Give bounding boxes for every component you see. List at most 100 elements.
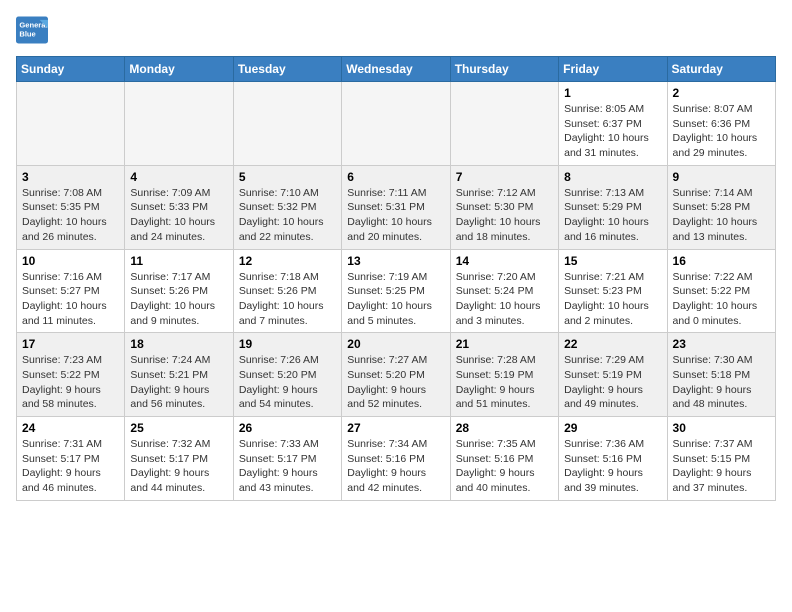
header-friday: Friday bbox=[559, 57, 667, 82]
calendar-cell: 14 Sunrise: 7:20 AMSunset: 5:24 PMDayligh… bbox=[450, 249, 558, 333]
day-number: 13 bbox=[347, 254, 444, 268]
day-number: 25 bbox=[130, 421, 227, 435]
day-info: Sunrise: 7:16 AMSunset: 5:27 PMDaylight:… bbox=[22, 270, 119, 329]
day-info: Sunrise: 7:34 AMSunset: 5:16 PMDaylight:… bbox=[347, 437, 444, 496]
day-info: Sunrise: 7:13 AMSunset: 5:29 PMDaylight:… bbox=[564, 186, 661, 245]
calendar-cell: 2 Sunrise: 8:07 AMSunset: 6:36 PMDaylight… bbox=[667, 82, 775, 166]
day-info: Sunrise: 7:20 AMSunset: 5:24 PMDaylight:… bbox=[456, 270, 553, 329]
day-number: 8 bbox=[564, 170, 661, 184]
day-number: 28 bbox=[456, 421, 553, 435]
day-number: 19 bbox=[239, 337, 336, 351]
day-info: Sunrise: 7:19 AMSunset: 5:25 PMDaylight:… bbox=[347, 270, 444, 329]
day-info: Sunrise: 7:28 AMSunset: 5:19 PMDaylight:… bbox=[456, 353, 553, 412]
day-info: Sunrise: 7:12 AMSunset: 5:30 PMDaylight:… bbox=[456, 186, 553, 245]
day-info: Sunrise: 7:18 AMSunset: 5:26 PMDaylight:… bbox=[239, 270, 336, 329]
day-number: 16 bbox=[673, 254, 770, 268]
day-number: 18 bbox=[130, 337, 227, 351]
day-number: 5 bbox=[239, 170, 336, 184]
day-number: 10 bbox=[22, 254, 119, 268]
calendar-cell: 8 Sunrise: 7:13 AMSunset: 5:29 PMDaylight… bbox=[559, 165, 667, 249]
day-info: Sunrise: 7:08 AMSunset: 5:35 PMDaylight:… bbox=[22, 186, 119, 245]
calendar-week-3: 10 Sunrise: 7:16 AMSunset: 5:27 PMDayligh… bbox=[17, 249, 776, 333]
day-number: 21 bbox=[456, 337, 553, 351]
svg-text:Blue: Blue bbox=[19, 30, 35, 39]
day-info: Sunrise: 7:30 AMSunset: 5:18 PMDaylight:… bbox=[673, 353, 770, 412]
calendar-cell bbox=[233, 82, 341, 166]
calendar-cell: 26 Sunrise: 7:33 AMSunset: 5:17 PMDayligh… bbox=[233, 417, 341, 501]
header-monday: Monday bbox=[125, 57, 233, 82]
day-info: Sunrise: 7:26 AMSunset: 5:20 PMDaylight:… bbox=[239, 353, 336, 412]
day-info: Sunrise: 7:11 AMSunset: 5:31 PMDaylight:… bbox=[347, 186, 444, 245]
calendar-cell: 19 Sunrise: 7:26 AMSunset: 5:20 PMDayligh… bbox=[233, 333, 341, 417]
calendar-cell: 18 Sunrise: 7:24 AMSunset: 5:21 PMDayligh… bbox=[125, 333, 233, 417]
calendar-cell bbox=[17, 82, 125, 166]
day-number: 12 bbox=[239, 254, 336, 268]
calendar-cell bbox=[342, 82, 450, 166]
calendar-week-5: 24 Sunrise: 7:31 AMSunset: 5:17 PMDayligh… bbox=[17, 417, 776, 501]
day-info: Sunrise: 7:09 AMSunset: 5:33 PMDaylight:… bbox=[130, 186, 227, 245]
logo: General Blue bbox=[16, 16, 48, 44]
calendar-cell: 22Sunrise: 7:29 AMSunset: 5:19 PMDayligh… bbox=[559, 333, 667, 417]
day-info: Sunrise: 7:10 AMSunset: 5:32 PMDaylight:… bbox=[239, 186, 336, 245]
calendar-cell: 12 Sunrise: 7:18 AMSunset: 5:26 PMDayligh… bbox=[233, 249, 341, 333]
day-number: 26 bbox=[239, 421, 336, 435]
day-info: Sunrise: 7:14 AMSunset: 5:28 PMDaylight:… bbox=[673, 186, 770, 245]
calendar-cell: 6 Sunrise: 7:11 AMSunset: 5:31 PMDaylight… bbox=[342, 165, 450, 249]
day-number: 2 bbox=[673, 86, 770, 100]
header-saturday: Saturday bbox=[667, 57, 775, 82]
day-info: Sunrise: 7:22 AMSunset: 5:22 PMDaylight:… bbox=[673, 270, 770, 329]
calendar-cell: 5 Sunrise: 7:10 AMSunset: 5:32 PMDaylight… bbox=[233, 165, 341, 249]
calendar-cell: 1 Sunrise: 8:05 AMSunset: 6:37 PMDaylight… bbox=[559, 82, 667, 166]
day-number: 14 bbox=[456, 254, 553, 268]
day-info: Sunrise: 7:32 AMSunset: 5:17 PMDaylight:… bbox=[130, 437, 227, 496]
page-header: General Blue bbox=[16, 16, 776, 44]
day-info: Sunrise: 8:05 AMSunset: 6:37 PMDaylight:… bbox=[564, 102, 661, 161]
day-info: Sunrise: 8:07 AMSunset: 6:36 PMDaylight:… bbox=[673, 102, 770, 161]
calendar-cell: 4Sunrise: 7:09 AMSunset: 5:33 PMDaylight… bbox=[125, 165, 233, 249]
calendar-cell: 27 Sunrise: 7:34 AMSunset: 5:16 PMDayligh… bbox=[342, 417, 450, 501]
day-number: 17 bbox=[22, 337, 119, 351]
calendar-cell: 17 Sunrise: 7:23 AMSunset: 5:22 PMDayligh… bbox=[17, 333, 125, 417]
calendar-cell: 20 Sunrise: 7:27 AMSunset: 5:20 PMDayligh… bbox=[342, 333, 450, 417]
calendar-cell: 28 Sunrise: 7:35 AMSunset: 5:16 PMDayligh… bbox=[450, 417, 558, 501]
day-info: Sunrise: 7:27 AMSunset: 5:20 PMDaylight:… bbox=[347, 353, 444, 412]
calendar-cell: 16 Sunrise: 7:22 AMSunset: 5:22 PMDayligh… bbox=[667, 249, 775, 333]
calendar-cell: 23 Sunrise: 7:30 AMSunset: 5:18 PMDayligh… bbox=[667, 333, 775, 417]
day-number: 11 bbox=[130, 254, 227, 268]
calendar-cell: 29 Sunrise: 7:36 AMSunset: 5:16 PMDayligh… bbox=[559, 417, 667, 501]
day-number: 27 bbox=[347, 421, 444, 435]
calendar-week-4: 17 Sunrise: 7:23 AMSunset: 5:22 PMDayligh… bbox=[17, 333, 776, 417]
calendar-cell: 7 Sunrise: 7:12 AMSunset: 5:30 PMDaylight… bbox=[450, 165, 558, 249]
day-info: Sunrise: 7:35 AMSunset: 5:16 PMDaylight:… bbox=[456, 437, 553, 496]
day-number: 20 bbox=[347, 337, 444, 351]
calendar-cell: 13 Sunrise: 7:19 AMSunset: 5:25 PMDayligh… bbox=[342, 249, 450, 333]
day-info: Sunrise: 7:24 AMSunset: 5:21 PMDaylight:… bbox=[130, 353, 227, 412]
day-number: 30 bbox=[673, 421, 770, 435]
calendar-header-row: SundayMondayTuesdayWednesdayThursdayFrid… bbox=[17, 57, 776, 82]
day-number: 6 bbox=[347, 170, 444, 184]
logo-icon: General Blue bbox=[16, 16, 48, 44]
calendar-cell: 25 Sunrise: 7:32 AMSunset: 5:17 PMDayligh… bbox=[125, 417, 233, 501]
day-info: Sunrise: 7:36 AMSunset: 5:16 PMDaylight:… bbox=[564, 437, 661, 496]
calendar-cell bbox=[125, 82, 233, 166]
day-info: Sunrise: 7:37 AMSunset: 5:15 PMDaylight:… bbox=[673, 437, 770, 496]
header-thursday: Thursday bbox=[450, 57, 558, 82]
day-number: 29 bbox=[564, 421, 661, 435]
header-sunday: Sunday bbox=[17, 57, 125, 82]
day-number: 24 bbox=[22, 421, 119, 435]
day-info: Sunrise: 7:31 AMSunset: 5:17 PMDaylight:… bbox=[22, 437, 119, 496]
day-info: Sunrise: 7:33 AMSunset: 5:17 PMDaylight:… bbox=[239, 437, 336, 496]
day-number: 3 bbox=[22, 170, 119, 184]
day-number: 9 bbox=[673, 170, 770, 184]
calendar-cell: 21 Sunrise: 7:28 AMSunset: 5:19 PMDayligh… bbox=[450, 333, 558, 417]
day-number: 23 bbox=[673, 337, 770, 351]
calendar-cell: 24 Sunrise: 7:31 AMSunset: 5:17 PMDayligh… bbox=[17, 417, 125, 501]
header-wednesday: Wednesday bbox=[342, 57, 450, 82]
calendar-week-2: 3 Sunrise: 7:08 AMSunset: 5:35 PMDaylight… bbox=[17, 165, 776, 249]
day-number: 1 bbox=[564, 86, 661, 100]
day-number: 22 bbox=[564, 337, 661, 351]
day-number: 7 bbox=[456, 170, 553, 184]
calendar-cell: 10 Sunrise: 7:16 AMSunset: 5:27 PMDayligh… bbox=[17, 249, 125, 333]
day-info: Sunrise: 7:23 AMSunset: 5:22 PMDaylight:… bbox=[22, 353, 119, 412]
day-info: Sunrise: 7:21 AMSunset: 5:23 PMDaylight:… bbox=[564, 270, 661, 329]
